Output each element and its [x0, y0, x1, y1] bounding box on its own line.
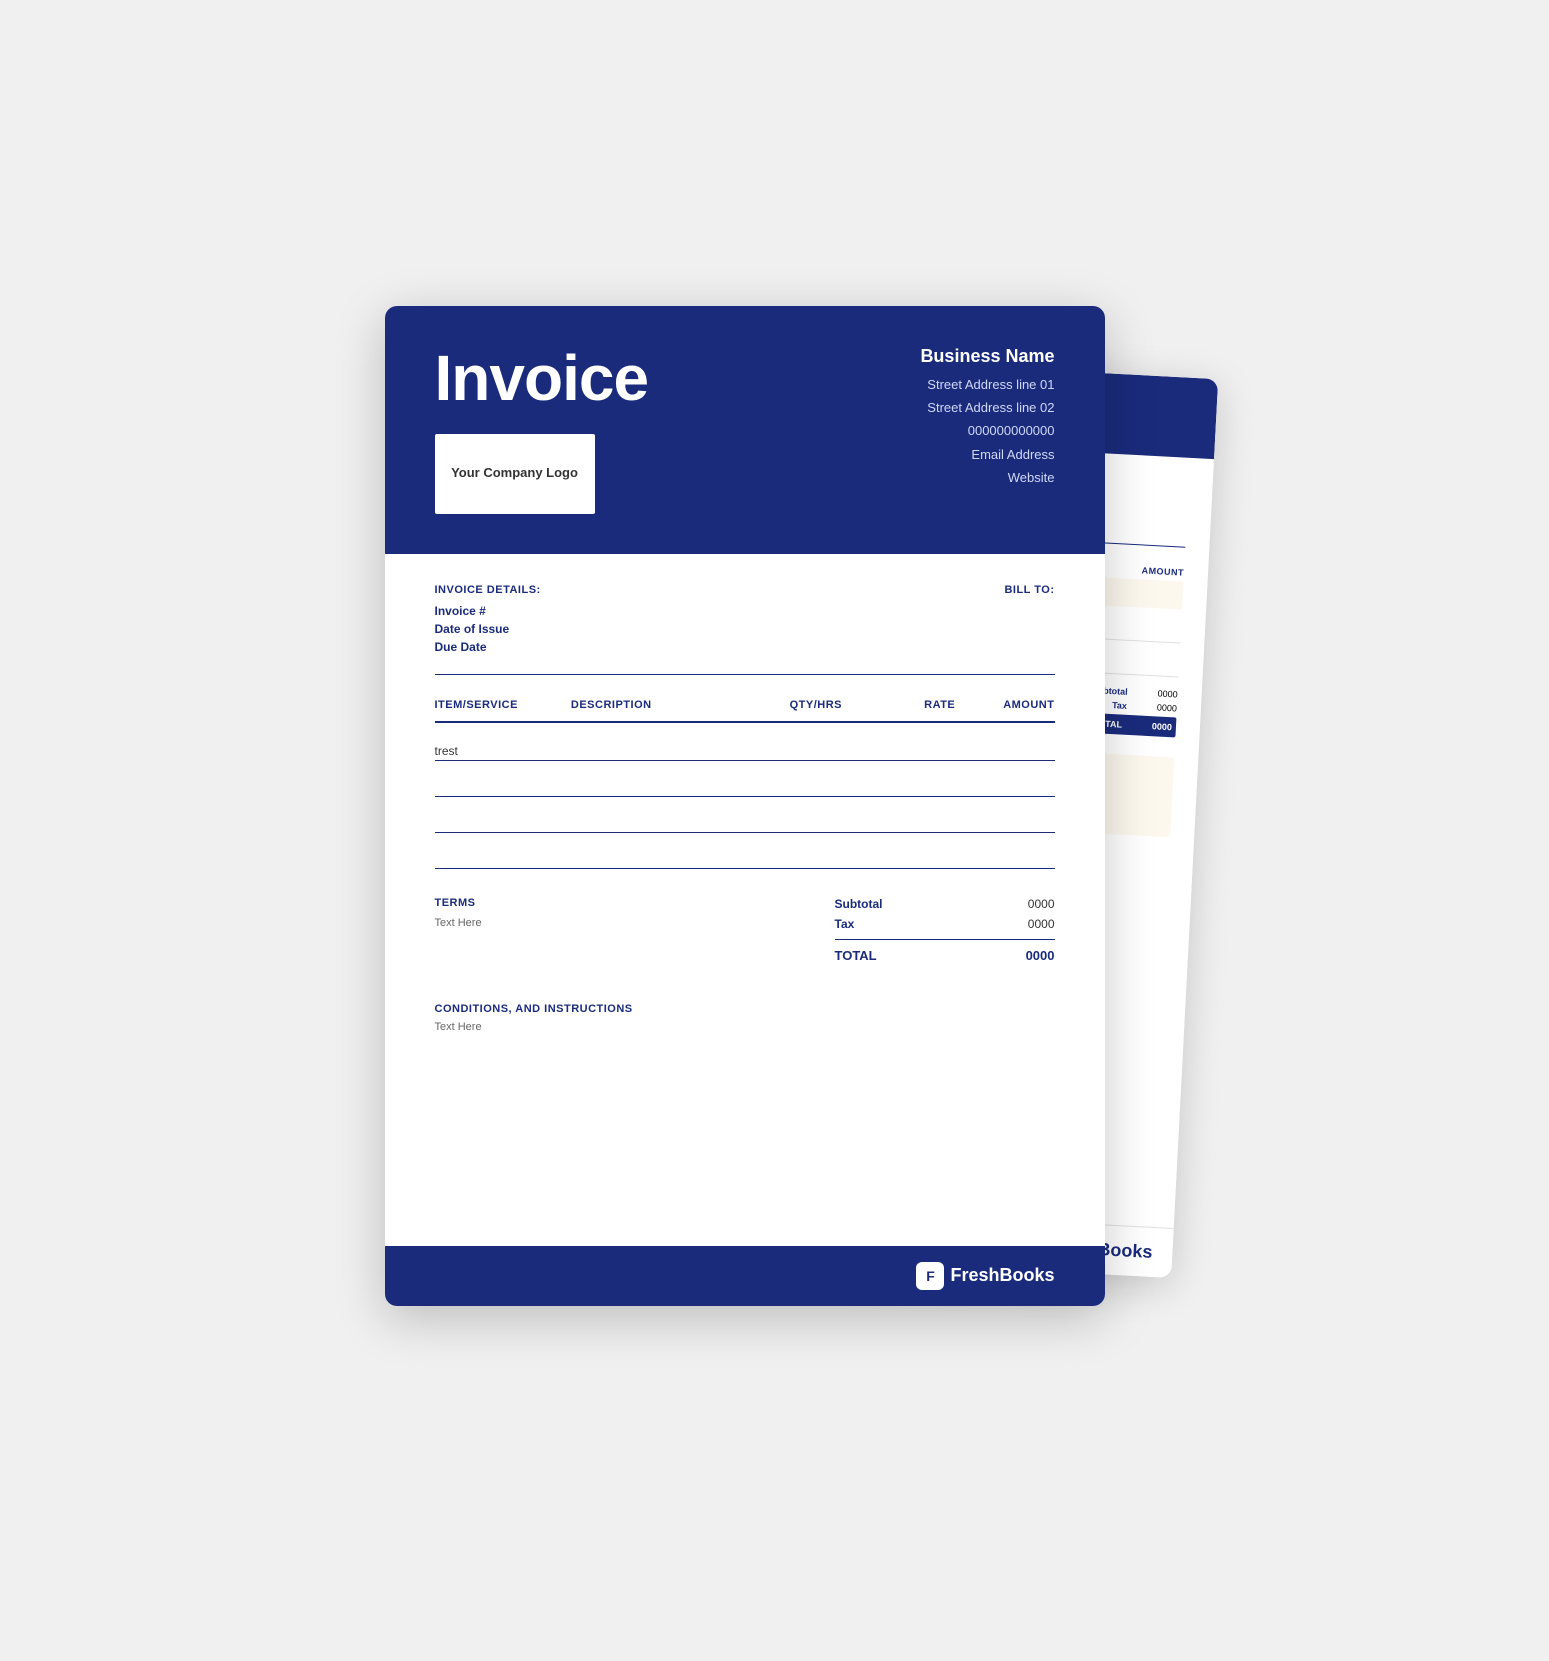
back-total-value: 0000: [1151, 721, 1172, 732]
subtotal-row: Subtotal 0000: [835, 897, 1055, 911]
invoice-doi-field: Date of Issue: [435, 622, 1005, 636]
business-address2: Street Address line 02: [920, 396, 1054, 419]
col-header-qty: QTY/HRS: [769, 699, 862, 711]
details-left: INVOICE DETAILS: Invoice # Date of Issue…: [435, 584, 1005, 658]
invoice-title: Invoice: [435, 346, 649, 410]
logo-text: Your Company Logo: [451, 464, 578, 482]
conditions-section: CONDITIONS, AND INSTRUCTIONS Text Here: [435, 987, 1055, 1033]
terms-text: Text Here: [435, 917, 835, 929]
invoice-body: INVOICE DETAILS: Invoice # Date of Issue…: [385, 554, 1105, 1053]
totals-block: Subtotal 0000 Tax 0000 TOTAL 0000: [835, 897, 1055, 963]
conditions-text: Text Here: [435, 1021, 1055, 1033]
invoice-footer: F FreshBooks: [385, 1246, 1105, 1306]
total-final-value: 0000: [1026, 948, 1055, 963]
business-info: Business Name Street Address line 01 Str…: [920, 346, 1054, 490]
col-header-desc: DESCRIPTION: [571, 699, 769, 711]
back-tax-value: 0000: [1156, 702, 1177, 713]
tax-label: Tax: [835, 917, 855, 931]
subtotal-label: Subtotal: [835, 897, 883, 911]
col-header-rate: RATE: [862, 699, 955, 711]
details-section: INVOICE DETAILS: Invoice # Date of Issue…: [435, 584, 1055, 658]
col-header-item: ITEM/SERVICE: [435, 699, 571, 711]
table-row-3: [435, 797, 1055, 833]
tax-value: 0000: [1028, 917, 1055, 931]
back-col-amount: AMOUNT: [1141, 565, 1184, 577]
freshbooks-logo: F FreshBooks: [916, 1262, 1054, 1290]
fb-icon: F: [916, 1262, 944, 1290]
terms-block: TERMS Text Here: [435, 897, 835, 929]
invoice-due-field: Due Date: [435, 640, 1005, 654]
subtotal-value: 0000: [1028, 897, 1055, 911]
details-divider: [435, 674, 1055, 675]
business-name: Business Name: [920, 346, 1054, 367]
row1-item: trest: [435, 744, 571, 758]
table-row-2: [435, 761, 1055, 797]
invoice-details-label: INVOICE DETAILS:: [435, 584, 1005, 596]
invoice-front-card: Invoice Your Company Logo Business Name …: [385, 306, 1105, 1306]
business-email: Email Address: [920, 443, 1054, 466]
invoice-number-field: Invoice #: [435, 604, 1005, 618]
terms-title: TERMS: [435, 897, 835, 909]
bill-to-label: BILL TO:: [1004, 584, 1054, 596]
back-tax-label: Tax: [1111, 700, 1126, 711]
col-header-amt: AMOUNT: [955, 699, 1054, 711]
invoice-title-block: Invoice Your Company Logo: [435, 346, 649, 514]
table-header: ITEM/SERVICE DESCRIPTION QTY/HRS RATE AM…: [435, 699, 1055, 723]
details-right: BILL TO:: [1004, 584, 1054, 658]
business-website: Website: [920, 466, 1054, 489]
fb-text: FreshBooks: [950, 1265, 1054, 1286]
total-final-label: TOTAL: [835, 948, 877, 963]
tax-row: Tax 0000: [835, 917, 1055, 931]
conditions-title: CONDITIONS, AND INSTRUCTIONS: [435, 1003, 1055, 1015]
table-row-4: [435, 833, 1055, 869]
logo-box: Your Company Logo: [435, 434, 595, 514]
business-phone: 000000000000: [920, 419, 1054, 442]
totals-divider: [835, 939, 1055, 940]
bottom-section: TERMS Text Here Subtotal 0000 Tax 0000 T…: [435, 897, 1055, 963]
table-row-1: trest: [435, 723, 1055, 761]
invoice-header: Invoice Your Company Logo Business Name …: [385, 306, 1105, 554]
total-final-row: TOTAL 0000: [835, 948, 1055, 963]
business-address1: Street Address line 01: [920, 373, 1054, 396]
back-subtotal-value: 0000: [1157, 688, 1178, 699]
